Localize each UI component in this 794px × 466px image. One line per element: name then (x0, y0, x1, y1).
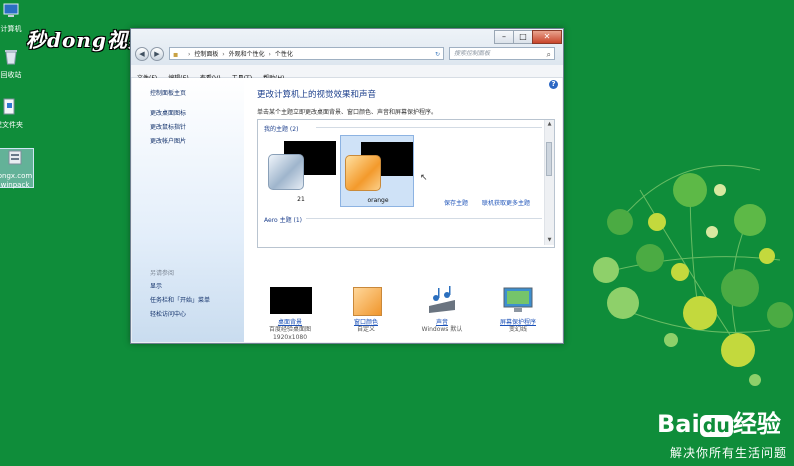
window-color-value: 自定义 (356, 326, 375, 333)
theme-color-preview (345, 155, 381, 191)
node-circle (636, 244, 664, 272)
breadcrumb-appearance[interactable]: 外观和个性化 (229, 51, 265, 58)
window-title-area: – □ ✕ ◀ ▶ ▪ › 控制面板 › 外观和个性化 › 个性化 ↻ 搜索控制… (131, 29, 563, 65)
link-change-desktop-icons[interactable]: 更改桌面图标 (150, 108, 186, 117)
theme-name: orange (367, 197, 389, 204)
node-circle (664, 333, 678, 347)
personalization-window: – □ ✕ ◀ ▶ ▪ › 控制面板 › 外观和个性化 › 个性化 ↻ 搜索控制… (130, 28, 564, 344)
node-circle (683, 296, 717, 330)
see-also-heading: 另请参阅 (150, 270, 175, 277)
divider (316, 127, 542, 128)
aero-themes-heading: Aero 主题 (1) (264, 217, 303, 224)
page-title: 更改计算机上的视觉效果和声音 (257, 90, 377, 100)
baidu-jingyan-logo: Bai du 经验 (657, 404, 781, 439)
left-pane: 控制面板主页 更改桌面图标 更改鼠标指针 更改帐户图片 另请参阅 显示 任务栏和… (132, 78, 244, 342)
search-placeholder: 搜索控制面板 (454, 50, 491, 57)
save-theme-link[interactable]: 保存主题 (444, 198, 468, 207)
breadcrumb-separator: › (222, 51, 225, 58)
node-circle (593, 257, 619, 283)
forward-button[interactable]: ▶ (150, 47, 164, 61)
theme-list: 我的主题 (2) 21 orange ↖ 保存主题 联机获取更多主题 Aero … (257, 119, 555, 248)
maximize-button[interactable]: □ (513, 30, 533, 44)
sounds-value: Windows 默认 (421, 326, 463, 333)
node-circle (734, 204, 766, 236)
address-bar[interactable]: ▪ › 控制面板 › 外观和个性化 › 个性化 ↻ (169, 47, 444, 60)
node-circle (706, 226, 718, 238)
refresh-icon[interactable]: ↻ (435, 48, 440, 59)
theme-21[interactable]: 21 (264, 135, 338, 207)
node-circle (749, 374, 761, 386)
music-notes-icon (429, 286, 455, 313)
node-circle (648, 213, 666, 231)
node-circle (721, 269, 759, 307)
theme-name: 21 (297, 196, 305, 203)
theme-orange[interactable]: orange (340, 135, 414, 207)
desktop-background-label: 桌面背景 (277, 319, 302, 326)
menu-bar: 文件(F) 编辑(E) 查看(V) 工具(T) 帮助(H) (131, 65, 563, 82)
node-circle (767, 302, 793, 328)
baidu-brand-right: 经验 (732, 410, 781, 438)
node-circle (671, 263, 689, 281)
link-ease-of-access[interactable]: 轻松访问中心 (150, 309, 186, 318)
baidu-tagline: 解决你所有生活问题 (670, 446, 788, 460)
folder-icon: ▪ (173, 50, 179, 59)
node-circle (714, 184, 726, 196)
theme-color-preview (268, 154, 304, 190)
back-button[interactable]: ◀ (135, 47, 149, 61)
scroll-down-icon[interactable]: ▼ (545, 237, 554, 243)
paw-du-badge: du (699, 415, 733, 437)
link-change-account-picture[interactable]: 更改帐户图片 (150, 136, 186, 145)
link-change-mouse-pointers[interactable]: 更改鼠标指针 (150, 122, 186, 131)
desktop-background-value: 百度经验桌面图1920x1080 (268, 326, 311, 341)
breadcrumb-control-panel[interactable]: 控制面板 (194, 51, 218, 58)
node-circle (759, 248, 775, 264)
breadcrumb-separator: › (188, 51, 191, 58)
sounds-label: 声音 (435, 319, 448, 326)
search-input[interactable]: 搜索控制面板 ⌕ (449, 47, 555, 60)
desktop-background-preview (270, 287, 312, 314)
screen-saver-icon (503, 287, 533, 312)
link-taskbar-start-menu[interactable]: 任务栏和「开始」菜单 (150, 295, 210, 304)
get-more-themes-link[interactable]: 联机获取更多主题 (482, 198, 530, 207)
close-button[interactable]: ✕ (532, 30, 562, 44)
screen-saver-label: 屏幕保护程序 (499, 319, 536, 326)
window-color-preview (353, 287, 382, 316)
node-circle (673, 173, 707, 207)
page-description: 单击某个主题立即更改桌面背景、窗口颜色、声音和屏幕保护程序。 (257, 109, 438, 116)
help-icon[interactable]: ? (549, 80, 558, 89)
window-color-label: 窗口颜色 (353, 319, 378, 326)
breadcrumb-personalization[interactable]: 个性化 (275, 51, 293, 58)
node-circle (607, 287, 639, 319)
theme-list-scrollbar[interactable]: ▲ ▼ (544, 120, 554, 245)
screen-saver-value: 变幻线 (508, 326, 527, 333)
my-themes-heading: 我的主题 (2) (264, 126, 299, 133)
link-display[interactable]: 显示 (150, 281, 162, 290)
scroll-up-icon[interactable]: ▲ (545, 121, 554, 127)
node-circle (721, 333, 755, 367)
desktop: 计算机 回收站 建文件夹 ongx.com winpack 秒dong视频 (0, 0, 794, 466)
divider (306, 218, 542, 219)
search-icon[interactable]: ⌕ (547, 49, 551, 61)
scrollbar-thumb[interactable] (546, 142, 552, 176)
baidu-brand-left: Bai (657, 410, 700, 438)
mouse-cursor-icon: ↖ (420, 173, 428, 183)
minimize-button[interactable]: – (494, 30, 514, 44)
link-control-panel-home[interactable]: 控制面板主页 (150, 88, 186, 97)
main-pane: ? 更改计算机上的视觉效果和声音 单击某个主题立即更改桌面背景、窗口颜色、声音和… (244, 78, 562, 342)
node-circle (607, 209, 633, 235)
breadcrumb-separator: › (268, 51, 271, 58)
